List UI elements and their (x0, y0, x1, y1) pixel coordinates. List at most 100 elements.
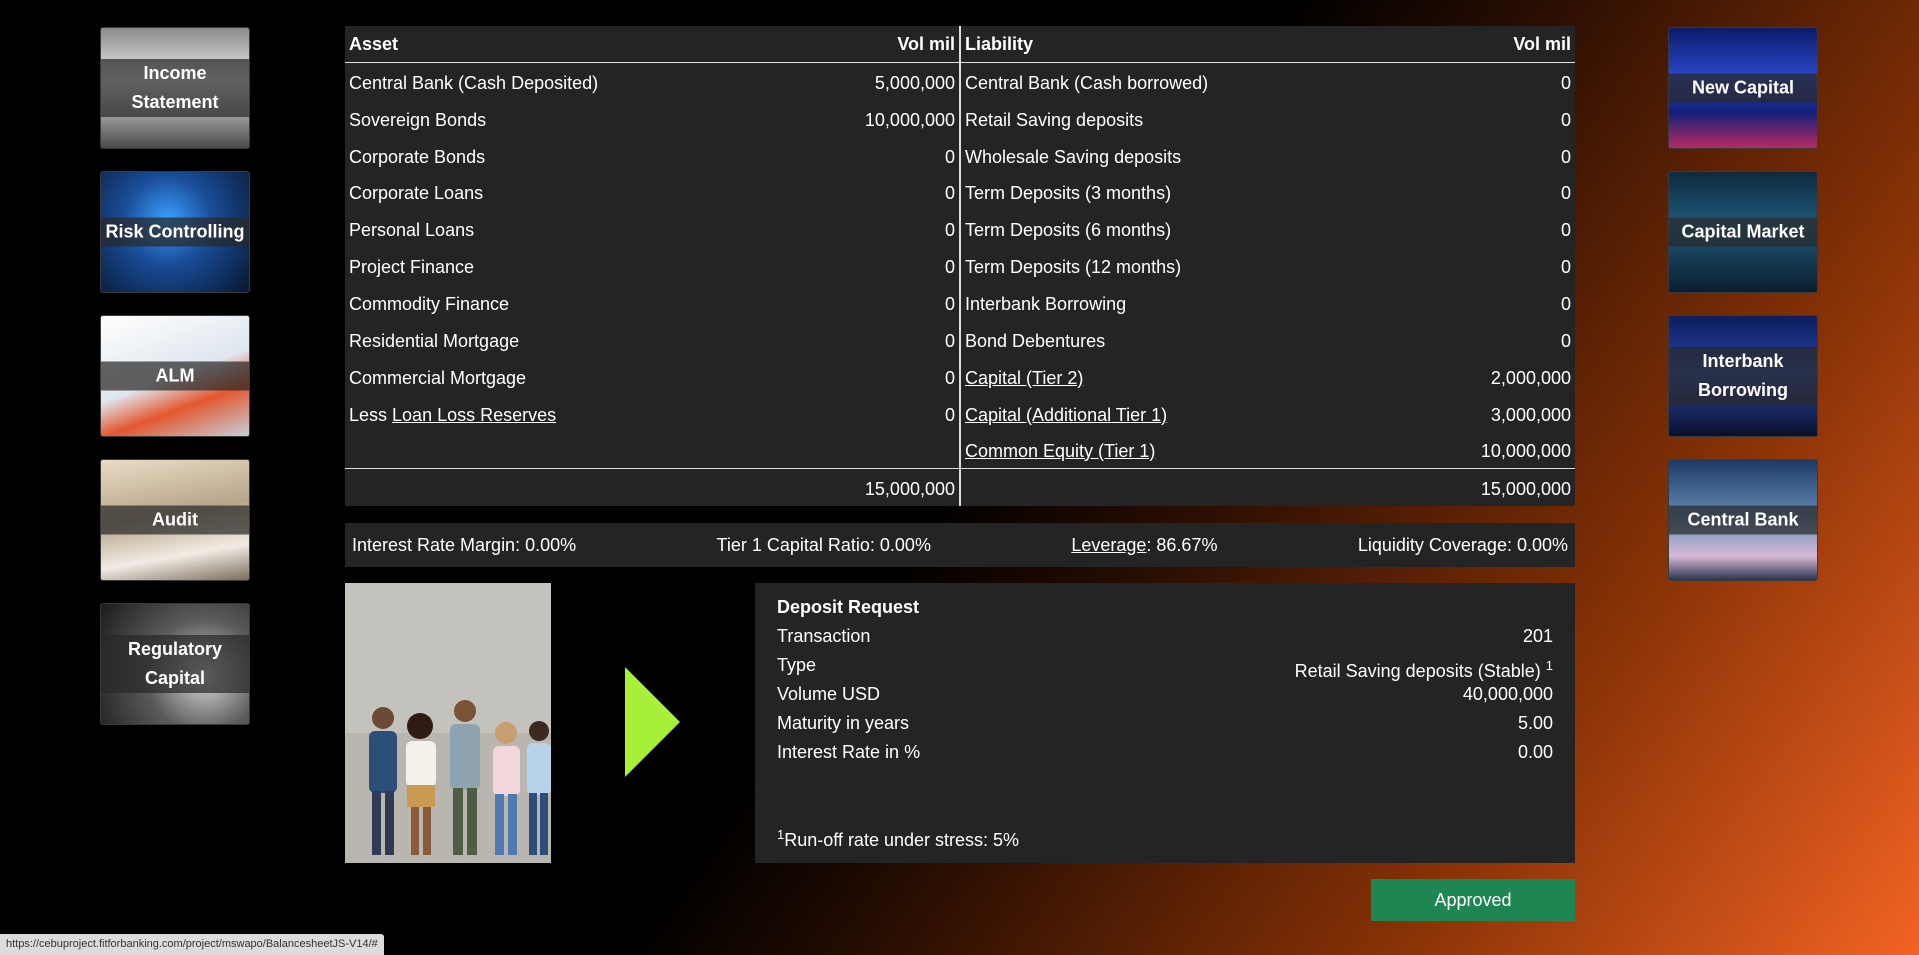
interbank-borrowing-button[interactable]: Interbank Borrowing (1668, 315, 1818, 437)
asset-value: 0 (944, 367, 955, 388)
loan-loss-reserves-link[interactable]: Loan Loss Reserves (392, 405, 556, 425)
capital-additional-tier1-link[interactable]: Capital (Additional Tier 1) (965, 405, 1167, 426)
deposit-row: Maturity in years 5.00 (777, 709, 1553, 738)
deposit-row-value: 40,000,000 (1462, 684, 1553, 704)
loan-loss-reserve-value: 0 (944, 404, 955, 425)
liability-row: Term Deposits (12 months) 0 (965, 253, 1571, 281)
deposit-row-value: 201 (1522, 626, 1553, 646)
capital-value: 2,000,000 (1490, 367, 1571, 388)
liability-row: Term Deposits (6 months) 0 (965, 216, 1571, 244)
asset-total-row: 15,000,000 (349, 475, 955, 503)
customers-photo (345, 583, 551, 863)
deposit-request-panel: Deposit Request Transaction 201 Type Ret… (755, 583, 1575, 863)
regulatory-capital-button[interactable]: Regulatory Capital (100, 603, 250, 725)
asset-row: Project Finance 0 (349, 253, 955, 281)
leverage-link[interactable]: Leverage (1071, 535, 1146, 555)
capital-value: 10,000,000 (1480, 440, 1571, 461)
asset-value: 0 (944, 256, 955, 277)
liability-total-row: 15,000,000 (965, 475, 1571, 503)
liquidity-coverage: Liquidity Coverage: 0.00% (1357, 534, 1568, 555)
capital-row: Capital (Tier 2) 2,000,000 (965, 364, 1571, 392)
liability-row: Term Deposits (3 months) 0 (965, 179, 1571, 207)
liability-label: Interbank Borrowing (965, 293, 1127, 314)
liability-value: 0 (1560, 293, 1571, 314)
liability-header-row: Liability Vol mil (965, 30, 1571, 58)
audit-button[interactable]: Audit (100, 459, 250, 581)
deposit-row-label: Transaction (777, 626, 871, 646)
play-arrow-icon (625, 667, 680, 777)
liability-label: Retail Saving deposits (965, 109, 1144, 130)
metrics-bar: Interest Rate Margin: 0.00% Tier 1 Capit… (345, 523, 1575, 567)
capital-tier2-link[interactable]: Capital (Tier 2) (965, 368, 1083, 389)
capital-row: Capital (Additional Tier 1) 3,000,000 (965, 401, 1571, 429)
asset-label: Corporate Bonds (349, 146, 486, 167)
capital-market-label: Capital Market (1669, 217, 1817, 247)
asset-row: Personal Loans 0 (349, 216, 955, 244)
asset-value: 0 (944, 146, 955, 167)
liability-label: Central Bank (Cash borrowed) (965, 72, 1209, 93)
asset-label: Sovereign Bonds (349, 109, 487, 130)
central-bank-button[interactable]: Central Bank (1668, 459, 1818, 581)
central-bank-label: Central Bank (1669, 505, 1817, 535)
income-statement-label: Income Statement (101, 59, 249, 117)
balance-sheet: Asset Vol mil Central Bank (Cash Deposit… (345, 26, 1575, 506)
asset-row: Commercial Mortgage 0 (349, 364, 955, 392)
asset-row: Commodity Finance 0 (349, 290, 955, 318)
asset-value: 0 (944, 330, 955, 351)
liability-header: Liability (965, 33, 1034, 54)
liability-value: 0 (1560, 72, 1571, 93)
risk-controlling-button[interactable]: Risk Controlling (100, 171, 250, 293)
asset-row: Corporate Bonds 0 (349, 143, 955, 171)
asset-row: Residential Mortgage 0 (349, 327, 955, 355)
liability-row: Retail Saving deposits 0 (965, 106, 1571, 134)
status-bar-url: https://cebuproject.fitforbanking.com/pr… (0, 934, 384, 955)
deposit-row-value: 0.00 (1517, 742, 1553, 762)
new-capital-button[interactable]: New Capital (1668, 27, 1818, 149)
liability-value: 0 (1560, 219, 1571, 240)
asset-label: Personal Loans (349, 219, 475, 240)
liability-label: Term Deposits (12 months) (965, 256, 1182, 277)
liability-label: Wholesale Saving deposits (965, 146, 1182, 167)
common-equity-tier1-link[interactable]: Common Equity (Tier 1) (965, 441, 1155, 462)
audit-label: Audit (101, 505, 249, 535)
deposit-row: Transaction 201 (777, 622, 1553, 651)
less-prefix: Less (349, 404, 393, 425)
deposit-row-label: Interest Rate in % (777, 742, 921, 762)
asset-label: Commodity Finance (349, 293, 510, 314)
approved-button[interactable]: Approved (1371, 879, 1575, 921)
interbank-borrowing-label: Interbank Borrowing (1669, 347, 1817, 405)
deposit-row-value: 5.00 (1517, 713, 1553, 733)
footnote-marker: 1 (1545, 658, 1553, 673)
asset-row: Corporate Loans 0 (349, 179, 955, 207)
liability-column: Liability Vol mil Central Bank (Cash bor… (961, 26, 1575, 506)
asset-label: Central Bank (Cash Deposited) (349, 72, 599, 93)
regulatory-capital-label: Regulatory Capital (101, 635, 249, 693)
capital-market-button[interactable]: Capital Market (1668, 171, 1818, 293)
deposit-row: Volume USD 40,000,000 (777, 680, 1553, 709)
liability-vol-header: Vol mil (1513, 33, 1571, 54)
capital-row: Common Equity (Tier 1) 10,000,000 (965, 437, 1571, 465)
alm-button[interactable]: ALM (100, 315, 250, 437)
liability-row: Central Bank (Cash borrowed) 0 (965, 69, 1571, 97)
deposit-row: Type Retail Saving deposits (Stable) 1 (777, 651, 1553, 681)
income-statement-button[interactable]: Income Statement (100, 27, 250, 149)
interest-rate-margin: Interest Rate Margin: 0.00% (352, 534, 577, 555)
asset-vol-header: Vol mil (897, 33, 955, 54)
liability-row: Wholesale Saving deposits 0 (965, 143, 1571, 171)
asset-label: Residential Mortgage (349, 330, 520, 351)
loan-loss-reserve-label: Less Loan Loss Reserves (349, 405, 556, 426)
asset-value: 0 (944, 219, 955, 240)
asset-row: Sovereign Bonds 10,000,000 (349, 106, 955, 134)
alm-label: ALM (101, 361, 249, 391)
deposit-footnote: 1Run-off rate under stress: 5% (777, 827, 1019, 851)
loan-loss-reserve-row: Less Loan Loss Reserves 0 (349, 401, 955, 429)
deposit-row: Interest Rate in % 0.00 (777, 738, 1553, 767)
asset-label: Commercial Mortgage (349, 367, 527, 388)
liability-value: 0 (1560, 109, 1571, 130)
liability-label: Term Deposits (3 months) (965, 182, 1172, 203)
liability-label: Bond Debentures (965, 330, 1106, 351)
deposit-row-label: Type (777, 655, 817, 675)
capital-value: 3,000,000 (1490, 404, 1571, 425)
deposit-type-value: Retail Saving deposits (Stable) 1 (1295, 651, 1553, 681)
asset-value: 0 (944, 182, 955, 203)
